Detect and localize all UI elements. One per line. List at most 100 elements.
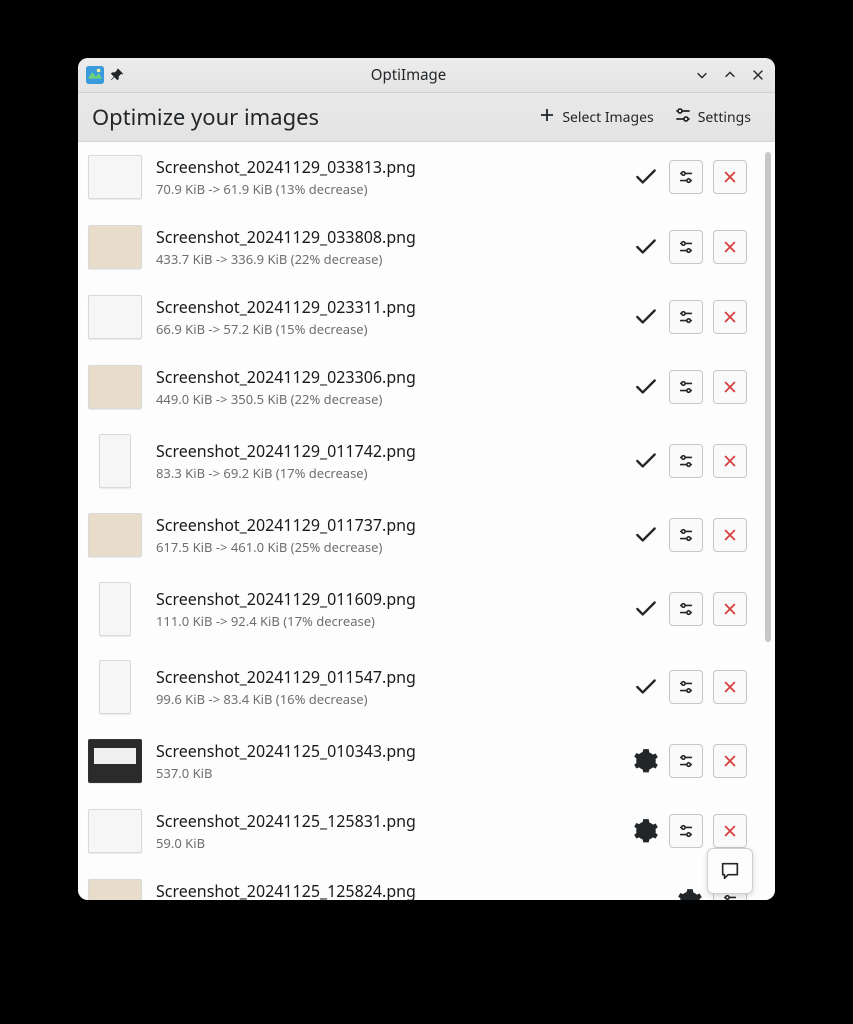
file-meta: 99.6 KiB -> 83.4 KiB (16% decrease) (156, 690, 619, 708)
select-images-button[interactable]: Select Images (528, 102, 663, 133)
select-images-label: Select Images (562, 108, 653, 127)
row-settings-button[interactable] (669, 518, 703, 552)
thumbnail (88, 739, 142, 783)
thumbnail (88, 809, 142, 853)
file-info: Screenshot_20241129_023306.png 449.0 KiB … (156, 366, 619, 408)
file-info: Screenshot_20241129_011609.png 111.0 KiB … (156, 588, 619, 630)
filename: Screenshot_20241125_125824.png (156, 880, 663, 900)
list-item: Screenshot_20241129_011742.png 83.3 KiB -… (78, 422, 761, 500)
window-title: OptiImage (130, 65, 687, 85)
row-settings-button[interactable] (669, 370, 703, 404)
thumbnail (88, 513, 142, 557)
plus-icon (538, 106, 556, 129)
list-item: Screenshot_20241129_033813.png 70.9 KiB -… (78, 142, 761, 212)
thumbnail (88, 155, 142, 199)
row-settings-button[interactable] (669, 444, 703, 478)
file-info: Screenshot_20241125_125824.png142.1 KiB (156, 880, 663, 900)
list-item: Screenshot_20241129_023306.png 449.0 KiB … (78, 352, 761, 422)
list-item: Screenshot_20241129_023311.png66.9 KiB -… (78, 282, 761, 352)
minimize-button[interactable] (693, 66, 711, 84)
chat-fab[interactable] (707, 848, 753, 894)
file-meta: 70.9 KiB -> 61.9 KiB (13% decrease) (156, 180, 619, 198)
list-item: Screenshot_20241129_011547.png 99.6 KiB -… (78, 648, 761, 726)
remove-button[interactable] (713, 744, 747, 778)
list-item: Screenshot_20241125_010343.png 537.0 KiB (78, 726, 761, 796)
row-settings-button[interactable] (669, 670, 703, 704)
remove-button[interactable] (713, 370, 747, 404)
file-info: Screenshot_20241129_033808.png433.7 KiB … (156, 226, 619, 268)
filename: Screenshot_20241125_010343.png (156, 740, 619, 762)
row-settings-button[interactable] (669, 744, 703, 778)
row-settings-button[interactable] (669, 160, 703, 194)
row-actions (633, 814, 747, 848)
row-settings-button[interactable] (669, 592, 703, 626)
scrollbar-thumb[interactable] (765, 152, 771, 642)
row-settings-button[interactable] (669, 814, 703, 848)
filename: Screenshot_20241125_125831.png (156, 810, 619, 832)
file-info: Screenshot_20241125_010343.png 537.0 KiB (156, 740, 619, 782)
sliders-icon (674, 106, 692, 129)
list-item: Screenshot_20241129_011737.png617.5 KiB … (78, 500, 761, 570)
settings-label: Settings (698, 108, 751, 127)
remove-button[interactable] (713, 670, 747, 704)
gear-icon (633, 748, 659, 774)
row-actions (633, 670, 747, 704)
file-info: Screenshot_20241129_011547.png 99.6 KiB -… (156, 666, 619, 708)
file-info: Screenshot_20241129_011737.png617.5 KiB … (156, 514, 619, 556)
file-info: Screenshot_20241125_125831.png 59.0 KiB (156, 810, 619, 852)
filename: Screenshot_20241129_011609.png (156, 588, 619, 610)
gear-icon (633, 818, 659, 844)
thumbnail (88, 365, 142, 409)
thumbnail (88, 225, 142, 269)
check-icon (633, 304, 659, 330)
check-icon (633, 164, 659, 190)
check-icon (633, 448, 659, 474)
app-icon (86, 66, 104, 84)
remove-button[interactable] (713, 518, 747, 552)
header-bar: Optimize your images Select Images Setti… (78, 93, 775, 142)
file-info: Screenshot_20241129_011742.png 83.3 KiB -… (156, 440, 619, 482)
file-info: Screenshot_20241129_023311.png66.9 KiB -… (156, 296, 619, 338)
file-meta: 83.3 KiB -> 69.2 KiB (17% decrease) (156, 464, 619, 482)
row-settings-button[interactable] (669, 300, 703, 334)
row-actions (633, 230, 747, 264)
remove-button[interactable] (713, 444, 747, 478)
scrollbar[interactable] (765, 152, 771, 872)
filename: Screenshot_20241129_011547.png (156, 666, 619, 688)
pin-icon[interactable] (110, 68, 124, 82)
filename: Screenshot_20241129_033808.png (156, 226, 619, 248)
filename: Screenshot_20241129_023306.png (156, 366, 619, 388)
file-info: Screenshot_20241129_033813.png 70.9 KiB -… (156, 156, 619, 198)
row-settings-button[interactable] (669, 230, 703, 264)
file-meta: 449.0 KiB -> 350.5 KiB (22% decrease) (156, 390, 619, 408)
thumbnail (88, 879, 142, 900)
file-meta: 537.0 KiB (156, 764, 619, 782)
maximize-button[interactable] (721, 66, 739, 84)
close-button[interactable] (749, 66, 767, 84)
row-actions (633, 300, 747, 334)
remove-button[interactable] (713, 592, 747, 626)
remove-button[interactable] (713, 300, 747, 334)
remove-button[interactable] (713, 814, 747, 848)
file-meta: 59.0 KiB (156, 834, 619, 852)
row-actions (633, 370, 747, 404)
filename: Screenshot_20241129_011737.png (156, 514, 619, 536)
row-actions (633, 518, 747, 552)
thumbnail (88, 295, 142, 339)
row-actions (633, 744, 747, 778)
file-meta: 111.0 KiB -> 92.4 KiB (17% decrease) (156, 612, 619, 630)
filename: Screenshot_20241129_011742.png (156, 440, 619, 462)
check-icon (633, 374, 659, 400)
list-item: Screenshot_20241125_125831.png 59.0 KiB (78, 796, 761, 866)
list-item: Screenshot_20241129_011609.png 111.0 KiB … (78, 570, 761, 648)
filename: Screenshot_20241129_033813.png (156, 156, 619, 178)
list-item: Screenshot_20241125_125824.png142.1 KiB (78, 866, 761, 900)
page-heading: Optimize your images (92, 102, 528, 132)
remove-button[interactable] (713, 160, 747, 194)
filename: Screenshot_20241129_023311.png (156, 296, 619, 318)
settings-button[interactable]: Settings (664, 102, 761, 133)
thumbnail (99, 660, 131, 714)
title-bar: OptiImage (78, 58, 775, 93)
remove-button[interactable] (713, 230, 747, 264)
app-window: OptiImage Optimize your images Se (78, 58, 775, 900)
